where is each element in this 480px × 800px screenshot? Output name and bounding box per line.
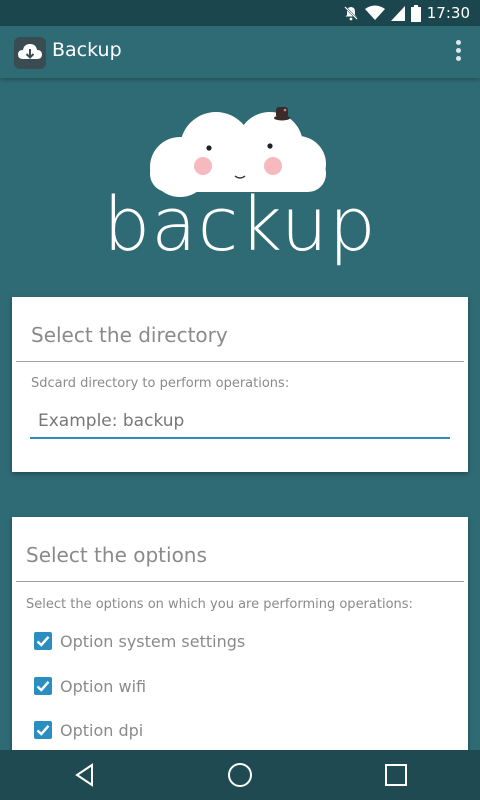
option-dpi-checkbox[interactable] xyxy=(34,721,52,739)
directory-card: Select the directory Sdcard directory to… xyxy=(12,297,468,472)
option-wifi[interactable]: Option wifi xyxy=(34,673,146,699)
status-icons: 17:30 xyxy=(343,0,470,26)
card-divider xyxy=(16,361,464,362)
option-dpi[interactable]: Option dpi xyxy=(34,717,143,743)
directory-card-title: Select the directory xyxy=(31,323,228,347)
status-time: 17:30 xyxy=(426,4,470,22)
overflow-menu-icon[interactable] xyxy=(454,40,462,64)
option-label: Option dpi xyxy=(60,720,144,740)
option-system-settings[interactable]: Option system settings xyxy=(34,628,245,654)
option-label: Option wifi xyxy=(60,676,147,696)
options-card: Select the options Select the options on… xyxy=(12,517,468,757)
navigation-bar xyxy=(0,750,480,800)
battery-icon xyxy=(410,4,421,22)
cloud-download-icon xyxy=(14,37,46,69)
top-hat xyxy=(274,107,290,121)
directory-description: Sdcard directory to perform operations: xyxy=(31,376,290,391)
option-wifi-checkbox[interactable] xyxy=(34,677,52,695)
options-description: Select the options on which you are perf… xyxy=(26,597,413,612)
directory-input[interactable] xyxy=(30,405,450,439)
option-label: Option system settings xyxy=(60,631,246,651)
app-title: Backup xyxy=(52,39,122,61)
card-divider xyxy=(16,581,464,582)
option-system-settings-checkbox[interactable] xyxy=(34,632,52,650)
backup-wordmark: backup xyxy=(103,182,377,268)
signal-icon xyxy=(390,6,405,21)
home-icon[interactable] xyxy=(227,762,253,788)
status-bar: 17:30 xyxy=(0,0,480,26)
recents-icon[interactable] xyxy=(383,762,409,788)
wifi-icon xyxy=(364,5,385,20)
notifications-off-icon xyxy=(343,6,358,21)
app-bar: Backup xyxy=(0,26,480,78)
options-card-title: Select the options xyxy=(26,543,207,567)
back-icon[interactable] xyxy=(72,762,98,788)
